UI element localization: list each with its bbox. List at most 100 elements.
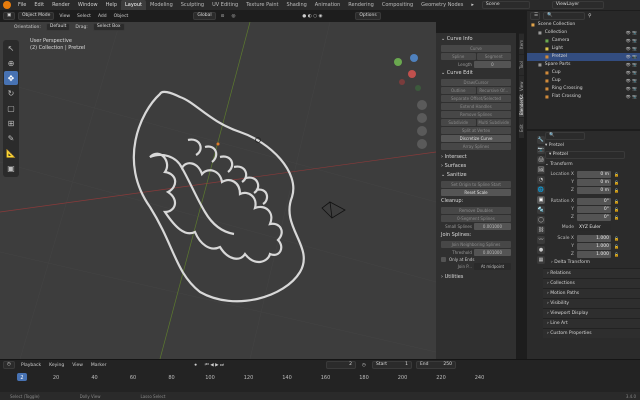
outliner-search-input[interactable]: 🔍 [543, 12, 585, 20]
draw-cursor-button[interactable]: Draw/Cursor [441, 79, 511, 86]
location-y-field[interactable]: 0 m [577, 178, 611, 186]
scene-selector[interactable]: Scene [481, 1, 530, 9]
filter-icon[interactable]: ⚲ [588, 13, 592, 19]
menu-window[interactable]: Window [74, 0, 102, 10]
menu-edit[interactable]: Edit [30, 0, 48, 10]
join-neighboring-button[interactable]: Join Neighboring Splines [441, 241, 511, 248]
utilities-header[interactable]: › Utilities [438, 273, 514, 282]
tab-sculpting[interactable]: Sculpting [177, 0, 208, 10]
tab-edit[interactable]: Edit [519, 117, 524, 138]
menu-select[interactable]: Select [75, 14, 93, 19]
tab-texture-paint[interactable]: Texture Paint [242, 0, 282, 10]
menu-playback[interactable]: Playback [19, 363, 43, 368]
location-z-field[interactable]: 0 m [577, 186, 611, 194]
outline-button[interactable]: Outline [441, 87, 476, 94]
lock-icon[interactable]: 🔓 [614, 172, 619, 177]
scene-tab-icon[interactable]: ◔ [537, 176, 545, 184]
tweak-tool-icon[interactable]: ↖ [4, 41, 18, 55]
lock-icon[interactable]: 🔓 [614, 207, 619, 212]
menu-timeline-view[interactable]: View [70, 363, 85, 368]
rotation-y-field[interactable]: 0° [577, 205, 611, 213]
sanitize-header[interactable]: ⌄ Sanitize [438, 171, 514, 180]
transform-orientation-dropdown[interactable]: Global [193, 12, 216, 20]
transform-tool-icon[interactable]: ⊞ [4, 116, 18, 130]
only-at-ends-checkbox[interactable] [441, 257, 446, 262]
outliner-item[interactable]: ■ Scene Collection [527, 21, 640, 29]
material-tab-icon[interactable]: ● [537, 246, 545, 254]
blender-logo-icon[interactable] [3, 1, 11, 9]
property-section-header[interactable]: › Relations [543, 268, 640, 278]
visibility-eye-icon[interactable]: 👁 📷 [626, 29, 637, 37]
outliner-item[interactable]: ■ Light 👁 📷 [527, 45, 640, 53]
current-frame-field[interactable]: 2 [326, 361, 357, 369]
rotation-z-field[interactable]: 0° [577, 213, 611, 221]
visibility-eye-icon[interactable]: 👁 📷 [626, 45, 637, 53]
camera-object[interactable] [321, 201, 346, 219]
menu-help[interactable]: Help [102, 0, 121, 10]
visibility-eye-icon[interactable]: 👁 📷 [626, 37, 637, 45]
zoom-icon[interactable] [417, 100, 427, 110]
outliner-editor-icon[interactable]: ☰ [530, 12, 540, 20]
menu-render[interactable]: Render [48, 0, 74, 10]
cursor-tool-icon[interactable]: ⊕ [4, 56, 18, 70]
visibility-eye-icon[interactable]: 👁 📷 [626, 69, 637, 77]
menu-add[interactable]: Add [96, 14, 109, 19]
array-splines-button[interactable]: Array Splines [441, 143, 511, 150]
scale-x-field[interactable]: 1.000 [577, 234, 611, 242]
tab-modeling[interactable]: Modeling [146, 0, 177, 10]
auto-key-icon[interactable]: ⏺ [192, 362, 198, 368]
spline-button[interactable]: Spline [441, 53, 476, 60]
timeline-editor-icon[interactable]: ◷ [3, 361, 15, 369]
tab-rendering[interactable]: Rendering [344, 0, 378, 10]
scale-y-field[interactable]: 1.000 [577, 242, 611, 250]
tab-blenderkit[interactable]: BlenderKit [519, 94, 524, 117]
property-section-header[interactable]: › Custom Properties [543, 328, 640, 338]
editor-type-icon[interactable]: ▣ [3, 12, 15, 20]
lock-icon[interactable]: 🔓 [614, 252, 619, 257]
tab-tool[interactable]: Tool [519, 54, 524, 75]
playback-controls[interactable]: ⏮ ◀ ▶ ⏭ [203, 362, 226, 368]
snap-icon[interactable]: ⊙ [219, 14, 227, 19]
rotation-x-field[interactable]: 0° [577, 197, 611, 205]
scale-z-field[interactable]: 1.000 [577, 250, 611, 258]
rotation-mode-dropdown[interactable]: XYZ Euler [577, 223, 611, 231]
physics-tab-icon[interactable]: ◯ [537, 216, 545, 224]
subdivide-button[interactable]: Subdivide [441, 119, 476, 126]
outliner-item[interactable]: ■ Flat Crossing 👁 📷 [527, 93, 640, 101]
lock-icon[interactable]: 🔓 [614, 244, 619, 249]
timeline-ruler[interactable]: 2 20 40 60 80 100 120 140 160 180 200 220 240 [0, 372, 520, 381]
outliner-item[interactable]: ■ Camera 👁 📷 [527, 37, 640, 45]
drag-dropdown[interactable]: Select Box [92, 23, 125, 31]
clock-icon[interactable]: ◷ [360, 363, 368, 368]
remove-splines-button[interactable]: Remove Splines [441, 111, 511, 118]
object-name-field[interactable]: ▾ Pretzel [545, 151, 625, 159]
property-section-header[interactable]: › Line Art [543, 318, 640, 328]
object-mode-dropdown[interactable]: Object Mode [18, 12, 55, 20]
move-tool-icon[interactable]: ✥ [4, 71, 18, 85]
view-layer-selector[interactable]: ViewLayer [551, 1, 604, 9]
remove-doubles-button[interactable]: Remove Doubles [441, 207, 511, 214]
outliner-item[interactable]: ■ Ring Crossing 👁 📷 [527, 85, 640, 93]
pan-icon[interactable] [417, 113, 427, 123]
visibility-eye-icon[interactable]: 👁 📷 [626, 61, 637, 69]
outliner-item[interactable]: ■ Cup 👁 📷 [527, 77, 640, 85]
modifier-tab-icon[interactable]: 🔩 [537, 206, 545, 214]
orientation-dropdown[interactable]: Default [45, 23, 71, 31]
data-tab-icon[interactable]: 〰 [537, 236, 545, 244]
recursive-offset-button[interactable]: Recursive Of... [476, 87, 511, 94]
property-section-header[interactable]: › Motion Paths [543, 288, 640, 298]
visibility-eye-icon[interactable]: 👁 📷 [626, 85, 637, 93]
add-cube-tool-icon[interactable]: ▣ [4, 161, 18, 175]
reset-scale-button[interactable]: Reset Scale [441, 189, 511, 196]
delta-transform-header[interactable]: › Delta Transform [545, 258, 640, 268]
outliner-item[interactable]: ■ Cup 👁 📷 [527, 69, 640, 77]
curve-edit-header[interactable]: ⌄ Curve Edit [438, 69, 514, 78]
set-origin-button[interactable]: Set Origin to Spline Start [441, 181, 511, 188]
render-tab-icon[interactable]: 📷 [537, 146, 545, 154]
transform-header[interactable]: ⌄ Transform [545, 160, 640, 170]
curve-button[interactable]: Curve [441, 45, 511, 52]
tab-shading[interactable]: Shading [282, 0, 310, 10]
small-splines-field[interactable]: 0.001000 [473, 223, 511, 230]
visibility-eye-icon[interactable]: 👁 📷 [626, 77, 637, 85]
rotate-tool-icon[interactable]: ↻ [4, 86, 18, 100]
